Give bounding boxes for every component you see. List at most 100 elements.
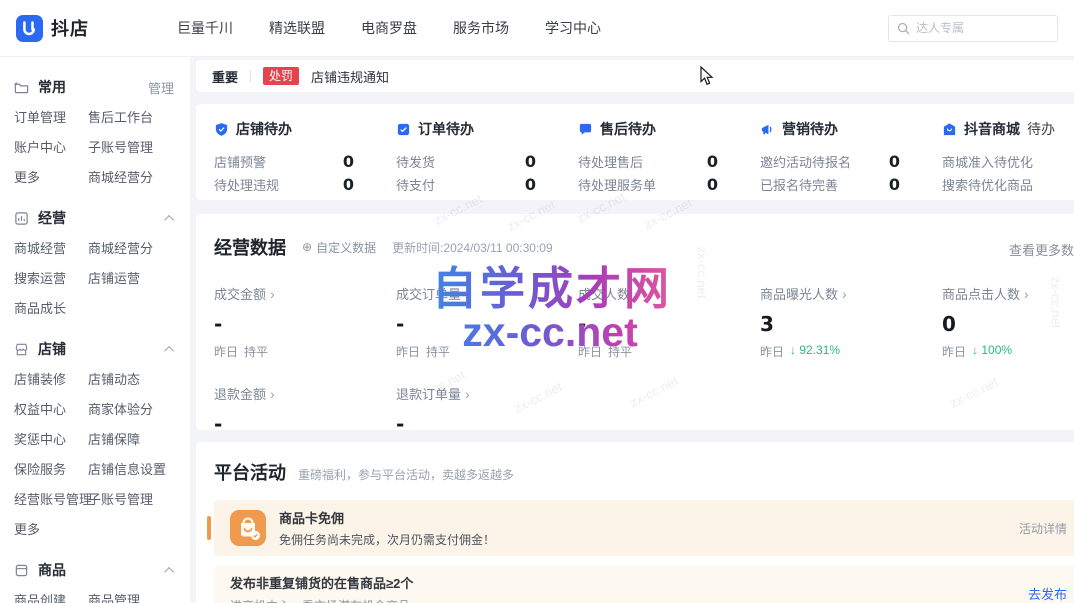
metric-value: - — [214, 412, 396, 430]
todo-card-marketing: 营销待办 邀约活动待报名 0 已报名待完善 0 — [760, 119, 942, 200]
nav-menu: 巨量千川 精选联盟 电商罗盘 服务市场 学习中心 — [177, 18, 601, 38]
metric-clicks: 商品点击人数 › 0 昨日 ↓ 100% — [942, 284, 1074, 360]
todo-item[interactable]: 已报名待完善 0 — [760, 173, 942, 196]
activity-banner[interactable]: 商品卡免佣 免佣任务尚未完成，次月仍需支付佣金！ 活动详情 — [214, 500, 1074, 556]
sidebar-item[interactable]: 搜索运营 — [14, 268, 88, 287]
metric-label-link[interactable]: 商品点击人数 › — [942, 284, 1074, 303]
sidebar-item[interactable]: 保险服务 — [14, 459, 88, 478]
sidebar-item[interactable]: 店铺信息设置 — [88, 459, 190, 478]
nav-item-fuwushichang[interactable]: 服务市场 — [453, 18, 509, 38]
search-icon — [897, 22, 910, 35]
search-box[interactable] — [888, 15, 1058, 42]
metric-trend: 昨日 ↓ 92.31% — [760, 343, 942, 360]
sidebar-item[interactable]: 经营账号管理 — [14, 489, 88, 508]
sidebar-item[interactable]: 更多 — [14, 519, 88, 538]
todo-item[interactable]: 待处理售后 0 — [578, 150, 760, 173]
sidebar-item[interactable]: 奖惩中心 — [14, 429, 88, 448]
chevron-up-icon[interactable] — [164, 345, 174, 355]
chevron-right-icon: › — [465, 386, 470, 402]
metric-label-link[interactable]: 成交金额 › — [214, 284, 396, 303]
todo-card-title: 营销待办 — [782, 119, 838, 139]
section-title-business-data: 经营数据 — [214, 234, 286, 260]
sidebar-item[interactable]: 商城经营分 — [88, 167, 190, 186]
sidebar: 常用 管理 订单管理 售后工作台 账户中心 子账号管理 更多 商城经营分 经营 … — [0, 57, 190, 603]
chevron-up-icon[interactable] — [164, 566, 174, 576]
todo-cards: 店铺待办 店铺预警 0 待处理违规 0 订单待办 待发货 0 — [196, 104, 1074, 200]
todo-item[interactable]: 待处理违规 0 — [214, 173, 396, 196]
go-publish-link[interactable]: 去发布 — [1028, 584, 1067, 603]
sidebar-section-header[interactable]: 店铺 — [14, 333, 190, 365]
view-more-link[interactable]: 查看更多数据 — [1009, 240, 1074, 259]
shop-icon — [14, 342, 29, 357]
sidebar-section-product: 商品 商品创建 商品管理 库存管理 商品诊断 商机中心 爆款竞价 商品工具 商品… — [14, 554, 190, 603]
todo-item[interactable]: 待处理服务单 0 — [578, 173, 760, 196]
sidebar-item[interactable]: 商城经营分 — [88, 238, 190, 257]
notice-text[interactable]: 店铺违规通知 — [311, 67, 389, 86]
megaphone-icon — [760, 122, 775, 137]
nav-item-xuexizhongxin[interactable]: 学习中心 — [545, 18, 601, 38]
sidebar-item[interactable]: 子账号管理 — [88, 489, 190, 508]
todo-item[interactable]: 商城准入待优化 — [942, 150, 1074, 173]
commission-free-icon — [230, 510, 266, 546]
todo-item[interactable]: 店铺预警 0 — [214, 150, 396, 173]
sidebar-section-header[interactable]: 经营 — [14, 202, 190, 234]
activity-details-link[interactable]: 活动详情 — [1019, 520, 1067, 537]
sidebar-item[interactable]: 商品成长 — [14, 298, 88, 317]
nav-item-dianshangluopan[interactable]: 电商罗盘 — [361, 18, 417, 38]
todo-item[interactable]: 搜索待优化商品 — [942, 173, 1074, 196]
custom-data-button[interactable]: ⊕ 自定义数据 — [302, 239, 376, 256]
settings-icon: ⊕ — [302, 240, 312, 254]
todo-item[interactable]: 邀约活动待报名 0 — [760, 150, 942, 173]
sidebar-item[interactable]: 订单管理 — [14, 107, 88, 126]
nav-item-juliangqianchuan[interactable]: 巨量千川 — [177, 18, 233, 38]
sidebar-item[interactable]: 商家体验分 — [88, 399, 190, 418]
metric-label-link[interactable]: 成交订单量 › — [396, 284, 578, 303]
sidebar-item[interactable]: 店铺保障 — [88, 429, 190, 448]
metric-label-link[interactable]: 商品曝光人数 › — [760, 284, 942, 303]
todo-card-order: 订单待办 待发货 0 待支付 0 — [396, 119, 578, 200]
todo-card-title: 订单待办 — [418, 119, 474, 139]
metric-label-link[interactable]: 退款订单量 › — [396, 384, 578, 403]
manage-link[interactable]: 管理 — [148, 78, 174, 97]
doudian-logo[interactable]: 抖店 — [16, 15, 89, 42]
folder-icon — [14, 80, 29, 95]
metric-value: 0 — [942, 312, 1074, 336]
sidebar-item[interactable]: 账户中心 — [14, 137, 88, 156]
search-input[interactable] — [916, 21, 1036, 35]
todo-item[interactable]: 待支付 0 — [396, 173, 578, 196]
sidebar-item[interactable]: 商城经营 — [14, 238, 88, 257]
sidebar-item[interactable]: 商品创建 — [14, 590, 88, 603]
todo-item[interactable]: 待发货 0 — [396, 150, 578, 173]
sidebar-item[interactable]: 店铺动态 — [88, 369, 190, 388]
chevron-right-icon: › — [634, 286, 639, 302]
sidebar-section-title: 店铺 — [38, 339, 66, 359]
activity-title: 商品卡免佣 — [279, 508, 495, 527]
todo-card-shop: 店铺待办 店铺预警 0 待处理违规 0 — [214, 119, 396, 200]
sidebar-item[interactable]: 售后工作台 — [88, 107, 190, 126]
metric-refund-orders: 退款订单量 › - 昨日 持平 — [396, 384, 578, 430]
metric-label-link[interactable]: 成交人数 › — [578, 284, 760, 303]
todo-card-aftersale: 售后待办 待处理售后 0 待处理服务单 0 — [578, 119, 760, 200]
activity-task[interactable]: 发布非重复铺货的在售商品≥2个 进商机中心，看市场潜在机会商品 去发布 — [214, 566, 1074, 603]
sidebar-item[interactable]: 更多 — [14, 167, 88, 186]
chevron-up-icon[interactable] — [164, 214, 174, 224]
app-title: 抖店 — [51, 15, 89, 41]
metric-orders: 成交订单量 › - 昨日 持平 — [396, 284, 578, 360]
sidebar-item[interactable]: 子账号管理 — [88, 137, 190, 156]
metric-label-link[interactable]: 退款金额 › — [214, 384, 396, 403]
main-content: 重要 处罚 店铺违规通知 店铺待办 店铺预警 0 待处理违规 0 — [196, 60, 1074, 603]
todo-card-title: 店铺待办 — [236, 119, 292, 139]
sidebar-section-header[interactable]: 商品 — [14, 554, 190, 586]
sidebar-section-header[interactable]: 常用 管理 — [14, 71, 190, 103]
sidebar-item[interactable]: 权益中心 — [14, 399, 88, 418]
section-title-activities: 平台活动 — [214, 459, 286, 485]
nav-item-jingxuanlianmeng[interactable]: 精选联盟 — [269, 18, 325, 38]
chart-icon — [14, 211, 29, 226]
sidebar-item[interactable]: 商品管理 — [88, 590, 190, 603]
sidebar-item[interactable]: 店铺运营 — [88, 268, 190, 287]
notice-bar[interactable]: 重要 处罚 店铺违规通知 — [196, 60, 1074, 92]
metric-value: 3 — [760, 312, 942, 336]
metric-value: - — [396, 412, 578, 430]
sidebar-item[interactable]: 店铺装修 — [14, 369, 88, 388]
metric-refund-amount: 退款金额 › - 昨日 持平 — [214, 384, 396, 430]
